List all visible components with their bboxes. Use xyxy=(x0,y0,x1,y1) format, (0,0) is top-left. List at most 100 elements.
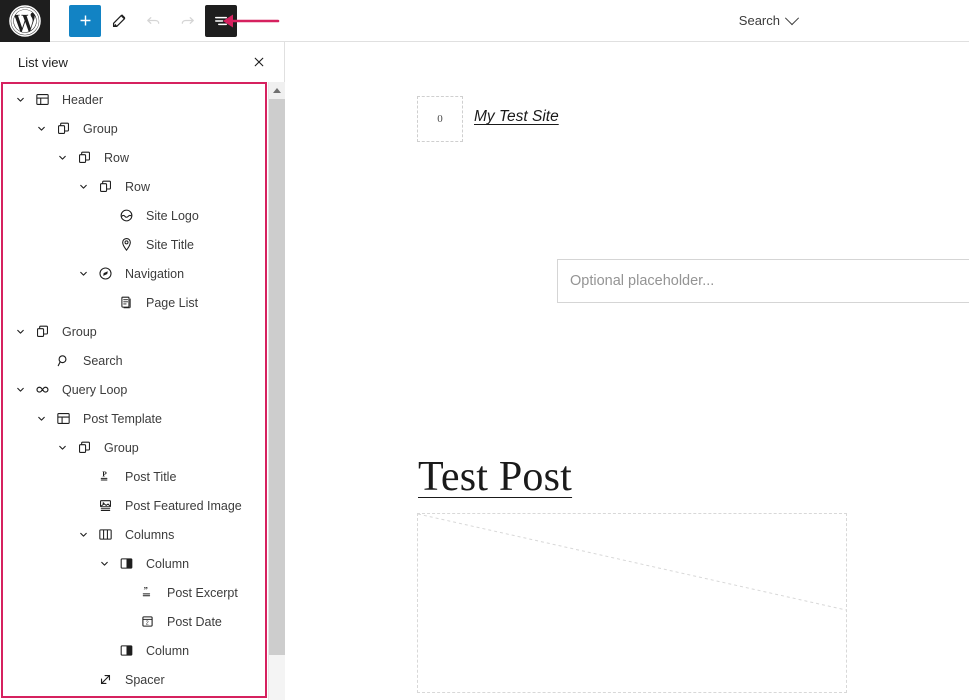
list-view-scrollbar[interactable] xyxy=(268,82,285,700)
add-block-button[interactable] xyxy=(69,4,101,37)
editor-toolbar: Search xyxy=(0,0,969,42)
post-date-block-icon: 2 xyxy=(135,610,159,634)
list-view-title: List view xyxy=(18,54,68,70)
site-logo-block-icon xyxy=(114,204,138,228)
block-tree: Header Group Row Row Site Logo Site Title Navi… xyxy=(0,82,266,694)
search-block-icon xyxy=(51,349,75,373)
block-tree-item[interactable]: Post Template xyxy=(0,404,266,433)
undo-button[interactable] xyxy=(137,5,169,37)
navigation-block-icon xyxy=(93,262,117,286)
site-title-block-icon xyxy=(114,233,138,257)
chevron-down-icon[interactable] xyxy=(31,407,51,431)
block-tree-item[interactable]: Post Featured Image xyxy=(0,491,266,520)
wordpress-site-editor: Search List view Header Group Row Row Site L… xyxy=(0,0,969,700)
block-tree-item[interactable]: Row xyxy=(0,172,266,201)
column-block-icon xyxy=(114,552,138,576)
chevron-down-icon[interactable] xyxy=(94,552,114,576)
group-block-icon xyxy=(51,117,75,141)
group-block-icon xyxy=(72,146,96,170)
list-view-header: List view xyxy=(0,42,284,82)
svg-text:2: 2 xyxy=(145,621,148,627)
columns-block-icon xyxy=(93,523,117,547)
list-view-body: Header Group Row Row Site Logo Site Title Navi… xyxy=(0,82,285,700)
block-tree-item-label: Column xyxy=(146,556,190,571)
editor-canvas: 0 My Test Site Optional placeholder... T… xyxy=(286,42,969,700)
chevron-down-icon[interactable] xyxy=(10,378,30,402)
block-tree-item[interactable]: Columns xyxy=(0,520,266,549)
spacer-block-icon xyxy=(93,668,117,692)
block-tree-item[interactable]: P Post Title xyxy=(0,462,266,491)
post-excerpt-block-icon: ” xyxy=(135,581,159,605)
block-tree-item-label: Group xyxy=(83,121,118,136)
group-block-icon xyxy=(30,320,54,344)
block-tree-item[interactable]: Site Title xyxy=(0,230,266,259)
site-logo-placeholder[interactable]: 0 xyxy=(417,96,463,142)
chevron-down-icon[interactable] xyxy=(10,88,30,112)
chevron-down-icon[interactable] xyxy=(73,523,93,547)
group-block-icon xyxy=(72,436,96,460)
wordpress-logo-icon[interactable] xyxy=(0,0,50,42)
featured-image-block-icon xyxy=(93,494,117,518)
block-tree-item-label: Group xyxy=(104,440,139,455)
chevron-down-icon[interactable] xyxy=(73,262,93,286)
post-template-block-icon xyxy=(51,407,75,431)
chevron-down-icon[interactable] xyxy=(10,320,30,344)
column-block-icon xyxy=(114,639,138,663)
close-icon[interactable] xyxy=(248,51,270,73)
block-tree-item-label: Header xyxy=(62,92,103,107)
post-title-block-icon: P xyxy=(93,465,117,489)
block-tree-item[interactable]: Spacer xyxy=(0,665,266,694)
block-tree-item[interactable]: Group xyxy=(0,317,266,346)
list-view-button[interactable] xyxy=(205,4,237,37)
block-tree-item-label: Row xyxy=(104,150,130,165)
block-tree-item[interactable]: Header xyxy=(0,85,266,114)
page-list-block-icon xyxy=(114,291,138,315)
site-title-block[interactable]: My Test Site xyxy=(474,108,559,126)
chevron-down-icon[interactable] xyxy=(31,117,51,141)
block-tree-item[interactable]: Search xyxy=(0,346,266,375)
block-tree-item[interactable]: Page List xyxy=(0,288,266,317)
block-tree-item[interactable]: Group xyxy=(0,433,266,462)
block-tree-item-label: Row xyxy=(125,179,151,194)
toolbar-button-group xyxy=(69,4,237,37)
post-title-block[interactable]: Test Post xyxy=(418,453,572,501)
block-tree-item[interactable]: 2 Post Date xyxy=(0,607,266,636)
block-tree-item-label: Query Loop xyxy=(62,382,128,397)
query-loop-block-icon xyxy=(30,378,54,402)
block-tree-item-label: Spacer xyxy=(125,672,165,687)
block-tree-item[interactable]: Group xyxy=(0,114,266,143)
block-tree-item-label: Post Template xyxy=(83,411,162,426)
block-tree-item[interactable]: Site Logo xyxy=(0,201,266,230)
block-tree-item[interactable]: ” Post Excerpt xyxy=(0,578,266,607)
block-tree-item[interactable]: Row xyxy=(0,143,266,172)
chevron-down-icon[interactable] xyxy=(52,436,72,460)
block-tree-item[interactable]: Column xyxy=(0,636,266,665)
list-view-panel: List view Header Group Row Row Site Logo Site… xyxy=(0,42,285,700)
svg-text:P: P xyxy=(102,470,107,479)
block-tree-item[interactable]: Query Loop xyxy=(0,375,266,404)
site-logo-placeholder-text: 0 xyxy=(437,113,443,125)
redo-button[interactable] xyxy=(171,5,203,37)
block-tree-item[interactable]: Column xyxy=(0,549,266,578)
block-tree-item[interactable]: Navigation xyxy=(0,259,266,288)
search-menu-label: Search xyxy=(738,13,780,28)
search-menu-button[interactable]: Search xyxy=(738,10,800,28)
chevron-down-icon[interactable] xyxy=(52,146,72,170)
block-tree-item-label: Site Title xyxy=(146,237,194,252)
block-tree-item-label: Post Title xyxy=(125,469,177,484)
block-tree-item-label: Site Logo xyxy=(146,208,199,223)
scroll-up-arrow-icon[interactable] xyxy=(269,82,285,99)
list-view-scroll-area: Header Group Row Row Site Logo Site Title Navi… xyxy=(0,82,268,700)
block-tree-item-label: Columns xyxy=(125,527,175,542)
search-input-placeholder: Optional placeholder... xyxy=(570,273,715,289)
block-tree-item-label: Navigation xyxy=(125,266,185,281)
edit-tool-button[interactable] xyxy=(103,5,135,37)
chevron-down-icon[interactable] xyxy=(73,175,93,199)
header-block-icon xyxy=(30,88,54,112)
search-input[interactable]: Optional placeholder... xyxy=(557,259,969,303)
scrollbar-thumb[interactable] xyxy=(269,99,285,655)
group-block-icon xyxy=(93,175,117,199)
block-tree-item-label: Page List xyxy=(146,295,199,310)
post-featured-image-placeholder[interactable] xyxy=(417,513,847,693)
chevron-down-icon xyxy=(784,10,800,25)
